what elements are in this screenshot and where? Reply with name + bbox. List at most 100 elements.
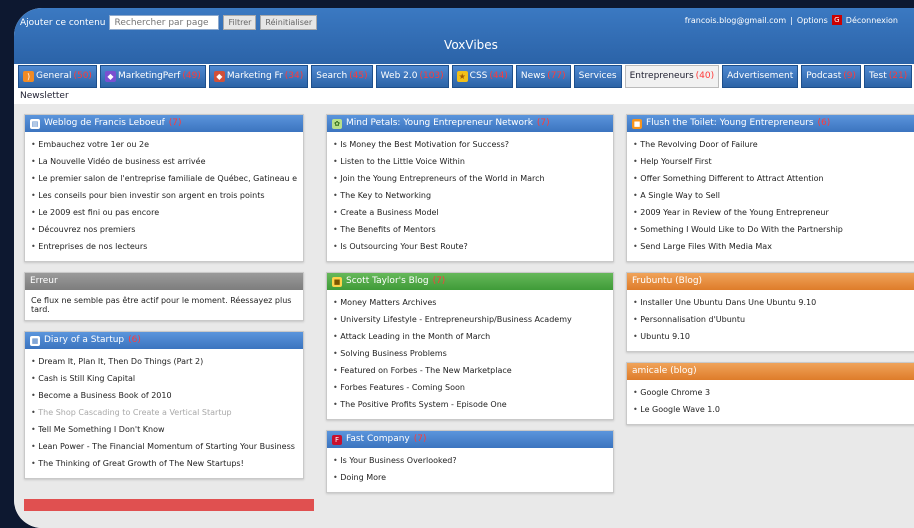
feed-item[interactable]: Ubuntu 9.10 xyxy=(633,328,914,345)
header-separator: | xyxy=(790,15,793,25)
column-middle: ✿ Mind Petals: Young Entrepreneur Network… xyxy=(326,114,614,503)
panel-header[interactable]: amicale (blog) xyxy=(627,363,914,380)
panel-amicale: amicale (blog) Google Chrome 3 Le Google… xyxy=(626,362,914,425)
tab-services[interactable]: Services xyxy=(573,65,622,88)
add-content-link[interactable]: Ajouter ce contenu xyxy=(20,18,105,28)
newsletter-link[interactable]: Newsletter xyxy=(20,91,69,101)
user-email: francois.blog@gmail.com xyxy=(684,15,787,25)
panel-header-partial xyxy=(24,499,314,511)
feed-item[interactable]: Doing More xyxy=(333,469,607,486)
feed-list: Is Money the Best Motivation for Success… xyxy=(327,132,613,261)
tab-advertisement[interactable]: Advertisement xyxy=(722,65,799,88)
feed-item[interactable]: The Positive Profits System - Episode On… xyxy=(333,396,607,413)
panel-header[interactable]: Frubuntu (Blog) xyxy=(627,273,914,290)
rss-icon: ) xyxy=(23,71,34,82)
panel-header[interactable]: ▤ Weblog de Francis Leboeuf (7) xyxy=(25,115,303,132)
tab-general[interactable]: ) General (50) xyxy=(18,65,97,88)
feed-item[interactable]: Featured on Forbes - The New Marketplace xyxy=(333,362,607,379)
feed-item[interactable]: Help Yourself First xyxy=(633,153,914,170)
feed-item[interactable]: 2009 Year in Review of the Young Entrepr… xyxy=(633,204,914,221)
search-input[interactable] xyxy=(109,15,220,30)
marketing-fr-icon: ◆ xyxy=(213,71,225,82)
panel-header[interactable]: ■ Scott Taylor's Blog (7) xyxy=(327,273,613,290)
feed-item[interactable]: Cash is Still King Capital xyxy=(31,370,297,387)
feed-list: Dream It, Plan It, Then Do Things (Part … xyxy=(25,349,303,478)
feed-item[interactable]: Send Large Files With Media Max xyxy=(633,238,914,255)
panel-scott-taylor: ■Scott Taylor's Blog(7) Money Matters Ar… xyxy=(326,272,614,420)
fast-company-icon: F xyxy=(332,434,342,445)
blog-icon: ■ xyxy=(332,276,342,287)
panel-mind-petals: ✿ Mind Petals: Young Entrepreneur Network… xyxy=(326,114,614,262)
top-right-controls: francois.blog@gmail.com | Options G Déco… xyxy=(685,15,898,25)
feed-item[interactable]: La Nouvelle Vidéo de business est arrivé… xyxy=(31,153,297,170)
feed-item[interactable]: University Lifestyle - Entrepreneurship/… xyxy=(333,311,607,328)
tab-marketing-fr[interactable]: ◆ Marketing Fr (34) xyxy=(208,65,309,88)
feed-item[interactable]: The Key to Networking xyxy=(333,187,607,204)
flower-icon: ✿ xyxy=(332,118,342,129)
column-right: ■ Flush the Toilet: Young Entrepreneurs (6… xyxy=(626,114,914,435)
feed-item[interactable]: Personnalisation d'Ubuntu xyxy=(633,311,914,328)
feed-item[interactable]: The Thinking of Great Growth of The New … xyxy=(31,455,297,472)
tab-search[interactable]: Search (45) xyxy=(311,65,373,88)
feed-list: Is Your Business Overlooked? Doing More xyxy=(327,448,613,492)
feed-item[interactable]: Create a Business Model xyxy=(333,204,607,221)
feed-item[interactable]: Solving Business Problems xyxy=(333,345,607,362)
feed-item[interactable]: Is Your Business Overlooked? xyxy=(333,452,607,469)
panel-error: Erreur Ce flux ne semble pas être actif … xyxy=(24,272,304,321)
panel-header[interactable]: ▦ Diary of a Startup (6) xyxy=(25,332,303,349)
tab-entrepreneurs[interactable]: Entrepreneurs (40) xyxy=(624,65,720,88)
feed-item[interactable]: Le 2009 est fini ou pas encore xyxy=(31,204,297,221)
feed-item[interactable]: Listen to the Little Voice Within xyxy=(333,153,607,170)
feed-item[interactable]: Le premier salon de l'entreprise familia… xyxy=(31,170,297,187)
feed-item[interactable]: Something I Would Like to Do With the Pa… xyxy=(633,221,914,238)
feed-list: Installer Une Ubuntu Dans Une Ubuntu 9.1… xyxy=(627,290,914,351)
google-icon: G xyxy=(831,15,842,25)
column-left: ▤Weblog de Francis Leboeuf(7) Embauchez … xyxy=(24,114,304,489)
top-left-controls: Ajouter ce contenu Filtrer Réinitialiser xyxy=(20,15,318,30)
feed-item[interactable]: The Revolving Door of Failure xyxy=(633,136,914,153)
feed-item[interactable]: Lean Power - The Financial Momentum of S… xyxy=(31,438,297,455)
feed-item[interactable]: Installer Une Ubuntu Dans Une Ubuntu 9.1… xyxy=(633,294,914,311)
reset-button[interactable]: Réinitialiser xyxy=(260,15,318,30)
feed-item[interactable]: Forbes Features - Coming Soon xyxy=(333,379,607,396)
feed-item[interactable]: Join the Young Entrepreneurs of the Worl… xyxy=(333,170,607,187)
feed-list: Money Matters Archives University Lifest… xyxy=(327,290,613,419)
feed-list: Embauchez votre 1er ou 2e La Nouvelle Vi… xyxy=(25,132,303,261)
feed-item[interactable]: Offer Something Different to Attract Att… xyxy=(633,170,914,187)
feed-item[interactable]: Entreprises de nos lecteurs xyxy=(31,238,297,255)
feed-item[interactable]: Dream It, Plan It, Then Do Things (Part … xyxy=(31,353,297,370)
feed-item[interactable]: Le Google Wave 1.0 xyxy=(633,401,914,418)
feed-item[interactable]: Is Money the Best Motivation for Success… xyxy=(333,136,607,153)
feed-item[interactable]: The Benefits of Mentors xyxy=(333,221,607,238)
tab-podcast[interactable]: Podcast (9) xyxy=(801,65,861,88)
panel-header[interactable]: F Fast Company (7) xyxy=(327,431,613,448)
panel-header[interactable]: ✿ Mind Petals: Young Entrepreneur Network… xyxy=(327,115,613,132)
feed-item[interactable]: Become a Business Book of 2010 xyxy=(31,387,297,404)
options-link[interactable]: Options xyxy=(797,16,828,25)
app-title: VoxVibes xyxy=(444,38,498,52)
blog-icon: ▦ xyxy=(30,335,40,346)
tab-news[interactable]: News (77) xyxy=(515,65,571,88)
feed-item[interactable]: Les conseils pour bien investir son arge… xyxy=(31,187,297,204)
feed-item[interactable]: A Single Way to Sell xyxy=(633,187,914,204)
tab-marketingperf[interactable]: ◆ MarketingPerf (49) xyxy=(99,65,206,88)
header-bar: Ajouter ce contenu Filtrer Réinitialiser… xyxy=(14,8,914,64)
feed-item[interactable]: Embauchez votre 1er ou 2e xyxy=(31,136,297,153)
logout-link[interactable]: Déconnexion xyxy=(846,16,898,25)
feed-item[interactable]: Is Outsourcing Your Best Route? xyxy=(333,238,607,255)
tab-css[interactable]: ★ CSS (44) xyxy=(451,65,513,88)
feed-item[interactable]: Google Chrome 3 xyxy=(633,384,914,401)
feed-item[interactable]: Tell Me Something I Don't Know xyxy=(31,421,297,438)
feed-item-visited[interactable]: The Shop Cascading to Create a Vertical … xyxy=(31,404,297,421)
tab-test[interactable]: Test (21) xyxy=(864,65,913,88)
feed-item[interactable]: Découvrez nos premiers xyxy=(31,221,297,238)
panel-header[interactable]: ■ Flush the Toilet: Young Entrepreneurs (6… xyxy=(627,115,914,132)
star-icon: ★ xyxy=(456,71,468,82)
browser-window: Ajouter ce contenu Filtrer Réinitialiser… xyxy=(14,8,914,528)
feed-item[interactable]: Attack Leading in the Month of March xyxy=(333,328,607,345)
filter-button[interactable]: Filtrer xyxy=(223,15,257,30)
tab-web20[interactable]: Web 2.0 (103) xyxy=(375,65,449,88)
feed-item[interactable]: Money Matters Archives xyxy=(333,294,607,311)
feed-list: The Revolving Door of Failure Help Yours… xyxy=(627,132,914,261)
tab-bar: ) General (50) ◆ MarketingPerf (49) ◆ Marketi… xyxy=(18,65,913,88)
